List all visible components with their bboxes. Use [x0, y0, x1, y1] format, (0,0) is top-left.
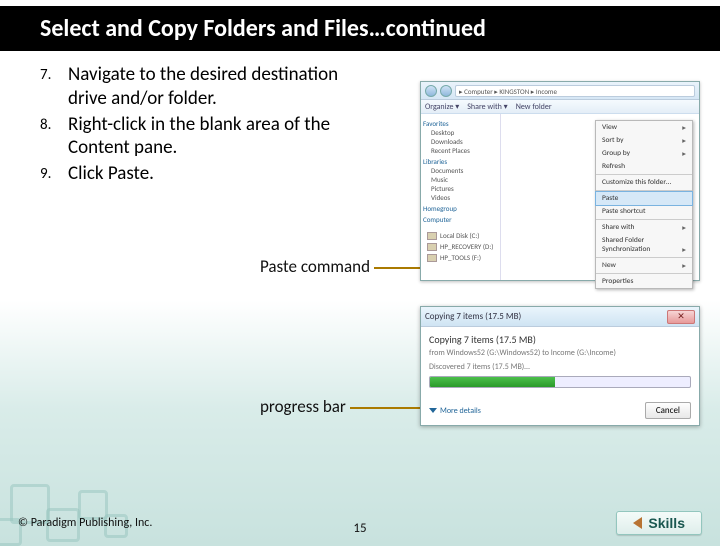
progress-bar-track: [429, 376, 691, 388]
steps-list: 7. Navigate to the desired destination d…: [10, 63, 374, 186]
drive-item: HP_RECOVERY (D:): [427, 242, 494, 251]
ctx-paste-shortcut: Paste shortcut: [596, 205, 692, 218]
callout-progress-bar: progress bar: [260, 396, 346, 417]
step-8: 8. Right-click in the blank area of the …: [40, 113, 374, 161]
toolbar-newfolder: New folder: [516, 102, 552, 112]
ctx-groupby: Group by: [596, 147, 692, 160]
step-number: 8.: [40, 113, 68, 161]
ctx-view: View: [596, 121, 692, 134]
ctx-properties: Properties: [596, 275, 692, 288]
forward-button-icon: [440, 85, 452, 97]
dialog-footer: More details Cancel: [421, 402, 699, 425]
back-button-icon: [425, 85, 437, 97]
address-bar: ▸ Computer ▸ KINGSTON ▸ Income: [455, 85, 695, 97]
dialog-title-text: Copying 7 items (17.5 MB): [425, 311, 521, 322]
close-icon: ✕: [667, 310, 695, 324]
dialog-from-line: from Windows52 (G:\Windows52) to Income …: [429, 348, 691, 358]
drives-list: Local Disk (C:) HP_RECOVERY (D:) HP_TOOL…: [423, 225, 498, 268]
drive-item: Local Disk (C:): [427, 231, 494, 240]
drive-label: HP_RECOVERY (D:): [440, 242, 493, 251]
dialog-body: Copying 7 items (17.5 MB) from Windows52…: [421, 327, 699, 402]
step-number: 7.: [40, 63, 68, 111]
ctx-separator: [596, 273, 692, 274]
ctx-separator: [596, 219, 692, 220]
step-text: Click Paste.: [68, 162, 374, 186]
ctx-new: New: [596, 259, 692, 272]
step-number: 9.: [40, 162, 68, 186]
nav-homegroup: Homegroup: [423, 204, 498, 213]
skills-label: Skills: [648, 515, 685, 531]
dialog-titlebar: Copying 7 items (17.5 MB) ✕: [421, 307, 699, 327]
explorer-window: ▸ Computer ▸ KINGSTON ▸ Income Organize …: [420, 81, 700, 281]
page-title: Select and Copy Folders and Files…contin…: [0, 6, 720, 51]
step-text: Right-click in the blank area of the Con…: [68, 113, 374, 161]
nav-favorites: Favorites: [423, 119, 498, 128]
drive-label: HP_TOOLS (F:): [440, 253, 481, 262]
nav-item: Recent Places: [423, 147, 498, 156]
drive-icon: [427, 254, 437, 262]
navigation-pane: Favorites Desktop Downloads Recent Place…: [421, 114, 501, 280]
drive-item: HP_TOOLS (F:): [427, 253, 494, 262]
ctx-sharedsync: Shared Folder Synchronization: [596, 234, 692, 256]
page-number: 15: [353, 521, 366, 536]
copyright: © Paradigm Publishing, Inc.: [18, 516, 152, 530]
toolbar-organize: Organize ▾: [425, 102, 459, 112]
cancel-button: Cancel: [645, 402, 691, 419]
step-7: 7. Navigate to the desired destination d…: [40, 63, 374, 111]
step-9: 9. Click Paste.: [40, 162, 374, 186]
ctx-customize: Customize this folder…: [596, 176, 692, 189]
toolbar-share: Share with ▾: [467, 102, 507, 112]
copy-dialog: Copying 7 items (17.5 MB) ✕ Copying 7 it…: [420, 306, 700, 426]
triangle-left-icon: [633, 517, 642, 529]
chevron-down-icon: [429, 408, 437, 413]
progress-bar-fill: [430, 377, 555, 387]
step-text: Navigate to the desired destination driv…: [68, 63, 374, 111]
drive-icon: [427, 232, 437, 240]
leader-line: [350, 407, 424, 409]
dialog-discovered: Discovered 7 items (17.5 MB)…: [429, 362, 691, 372]
callout-paste-command: Paste command: [260, 256, 370, 277]
skills-button[interactable]: Skills: [616, 511, 702, 535]
nav-libraries: Libraries: [423, 157, 498, 166]
more-details-label: More details: [440, 406, 481, 416]
explorer-body: Favorites Desktop Downloads Recent Place…: [421, 114, 699, 280]
steps-column: 7. Navigate to the desired destination d…: [10, 63, 374, 188]
dialog-heading: Copying 7 items (17.5 MB): [429, 333, 691, 346]
explorer-toolbar: Organize ▾ Share with ▾ New folder: [421, 100, 699, 114]
ctx-refresh: Refresh: [596, 160, 692, 173]
drive-icon: [427, 243, 437, 251]
ctx-sharewith: Share with: [596, 221, 692, 234]
ctx-paste: Paste: [595, 191, 693, 206]
explorer-titlebar: ▸ Computer ▸ KINGSTON ▸ Income: [421, 82, 699, 100]
more-details: More details: [429, 406, 481, 416]
callout-label: progress bar: [260, 396, 346, 417]
content-pane: View Sort by Group by Refresh Customize …: [501, 114, 699, 280]
callout-label: Paste command: [260, 256, 370, 277]
drive-label: Local Disk (C:): [440, 231, 479, 240]
ctx-separator: [596, 257, 692, 258]
nav-item: Videos: [423, 194, 498, 203]
ctx-sortby: Sort by: [596, 134, 692, 147]
context-menu: View Sort by Group by Refresh Customize …: [595, 120, 693, 289]
nav-computer: Computer: [423, 215, 498, 224]
ctx-separator: [596, 174, 692, 175]
